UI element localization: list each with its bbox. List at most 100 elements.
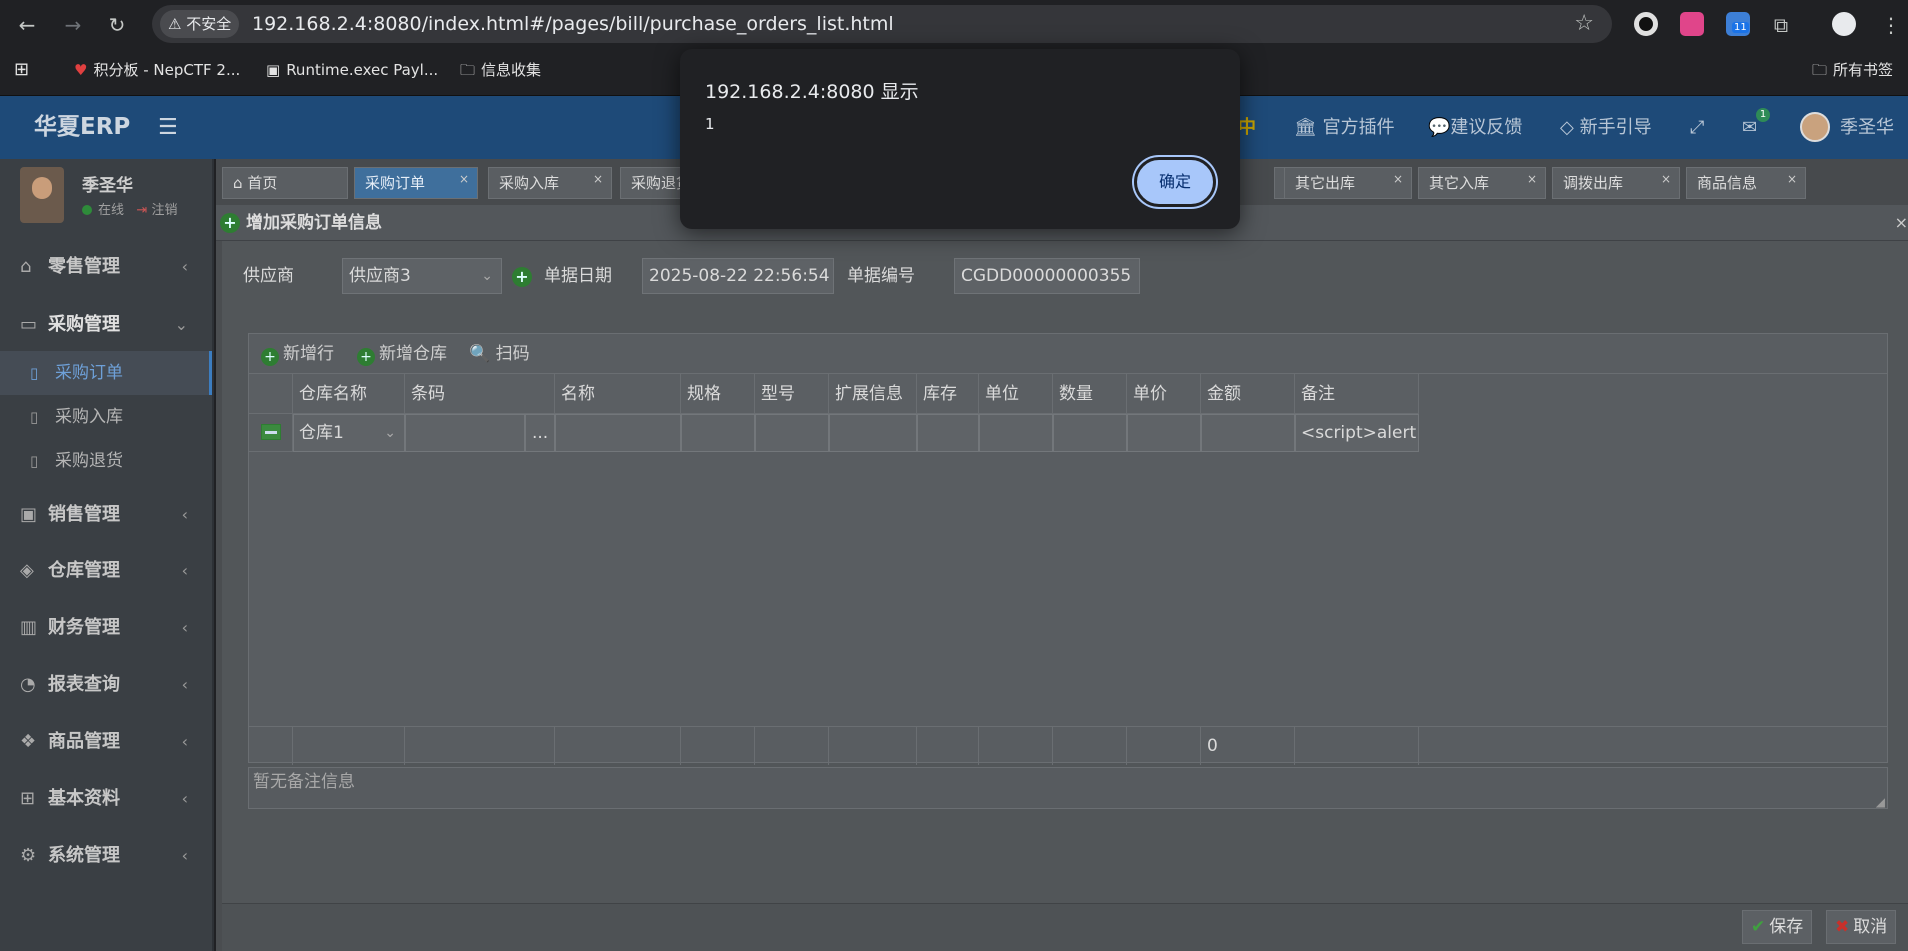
- scan-button[interactable]: 🔍 扫码: [469, 334, 530, 374]
- sidebar-item-purchase[interactable]: ▭ 采购管理 ⌄: [0, 299, 212, 351]
- ext-info-input[interactable]: [829, 414, 917, 452]
- logout-link[interactable]: 注销: [151, 203, 177, 218]
- translate-extension-icon[interactable]: [1680, 12, 1704, 36]
- col-header[interactable]: 名称: [555, 374, 681, 414]
- sidebar-item-purchase-in[interactable]: ▯ 采购入库: [0, 395, 212, 439]
- close-icon[interactable]: ×: [1895, 205, 1908, 241]
- col-header[interactable]: 条码: [405, 374, 555, 414]
- sidebar-item-finance[interactable]: ▥ 财务管理 ‹: [0, 602, 212, 654]
- amount-input[interactable]: [1201, 414, 1295, 452]
- sidebar-item-purchase-return[interactable]: ▯ 采购退货: [0, 439, 212, 483]
- heart-icon: ♥: [74, 61, 88, 79]
- header-item-partial[interactable]: 中: [1238, 96, 1256, 159]
- header-user-name[interactable]: 季圣华: [1840, 96, 1894, 159]
- col-header[interactable]: 数量: [1053, 374, 1127, 414]
- mail-icon[interactable]: ✉: [1742, 96, 1757, 159]
- tab-other-in[interactable]: 其它入库 ×: [1418, 167, 1546, 199]
- dialog-ok-button[interactable]: 确定: [1134, 157, 1216, 207]
- col-header[interactable]: 型号: [755, 374, 829, 414]
- warehouse-select[interactable]: 仓库1 ⌄: [293, 414, 405, 452]
- header-feedback[interactable]: 💬建议反馈: [1428, 96, 1522, 159]
- sidebar-item-sales[interactable]: ▣ 销售管理 ‹: [0, 489, 212, 541]
- close-icon[interactable]: ×: [1393, 164, 1403, 194]
- grid-toolbar: + 新增行 + 新增仓库 🔍 扫码: [249, 334, 1887, 374]
- cancel-button[interactable]: ✖ 取消: [1826, 910, 1897, 944]
- close-icon[interactable]: ×: [1787, 164, 1797, 194]
- stock-input[interactable]: [917, 414, 979, 452]
- add-row-button[interactable]: + 新增行: [261, 334, 334, 374]
- bookmark-runtime-exec[interactable]: ▣ Runtime.exec Payl...: [266, 48, 438, 92]
- header-plugins[interactable]: 🏛 官方插件: [1294, 96, 1395, 159]
- apps-grid-icon[interactable]: ⊞: [14, 48, 29, 92]
- close-icon[interactable]: ×: [1661, 164, 1671, 194]
- brand-logo[interactable]: 华夏ERP: [34, 96, 130, 159]
- all-bookmarks[interactable]: 🗀 所有书签: [1812, 48, 1893, 92]
- tab-home[interactable]: ⌂ 首页: [222, 167, 348, 199]
- goods-icon: ❖: [20, 731, 37, 752]
- quantity-input[interactable]: [1053, 414, 1127, 452]
- hamburger-icon[interactable]: ☰: [158, 96, 178, 159]
- sidebar-item-report[interactable]: ◔ 报表查询 ‹: [0, 659, 212, 711]
- resize-handle-icon[interactable]: ◢: [1876, 796, 1885, 808]
- sidebar-item-system[interactable]: ⚙ 系统管理 ‹: [0, 830, 212, 882]
- barcode-picker-button[interactable]: ...: [525, 414, 555, 452]
- url-text[interactable]: 192.168.2.4:8080/index.html#/pages/bill/…: [252, 5, 894, 43]
- col-header[interactable]: 单位: [979, 374, 1053, 414]
- forward-icon[interactable]: →: [58, 10, 88, 40]
- tab-goods-info[interactable]: 商品信息 ×: [1686, 167, 1806, 199]
- col-header[interactable]: 备注: [1295, 374, 1419, 414]
- back-icon[interactable]: ←: [12, 10, 42, 40]
- chevron-left-icon: ‹: [181, 789, 188, 808]
- fullscreen-icon[interactable]: ⤢: [1690, 96, 1704, 159]
- col-header[interactable]: 扩展信息: [829, 374, 917, 414]
- name-input[interactable]: [555, 414, 681, 452]
- barcode-input[interactable]: [405, 414, 525, 452]
- col-header[interactable]: 仓库名称: [293, 374, 405, 414]
- add-supplier-icon[interactable]: +: [512, 267, 532, 287]
- extensions-puzzle-icon[interactable]: ⧉: [1766, 10, 1796, 40]
- menu-kebab-icon[interactable]: ⋮: [1876, 10, 1906, 40]
- footer-cell: [681, 727, 755, 765]
- profile-icon[interactable]: [1832, 12, 1856, 36]
- sidebar-item-basic[interactable]: ⊞ 基本资料 ‹: [0, 773, 212, 825]
- col-header[interactable]: 库存: [917, 374, 979, 414]
- supplier-select[interactable]: 供应商3 ⌄: [342, 258, 502, 294]
- add-warehouse-button[interactable]: + 新增仓库: [357, 334, 447, 374]
- bookmark-label: Runtime.exec Payl...: [286, 61, 439, 79]
- address-bar[interactable]: ⚠ 不安全 192.168.2.4:8080/index.html#/pages…: [152, 5, 1612, 43]
- row-edit-cell[interactable]: [249, 414, 293, 452]
- avatar[interactable]: [1800, 112, 1830, 142]
- remark-input[interactable]: <script>alert: [1295, 414, 1419, 452]
- reload-icon[interactable]: ↻: [102, 10, 132, 40]
- close-icon[interactable]: ×: [1527, 164, 1537, 194]
- unit-input[interactable]: [979, 414, 1053, 452]
- calendar-extension-icon[interactable]: 11: [1726, 12, 1750, 36]
- close-icon[interactable]: ×: [459, 164, 469, 194]
- close-icon[interactable]: ×: [593, 164, 603, 194]
- header-guide[interactable]: ◇ 新手引导: [1560, 96, 1652, 159]
- sidebar-item-purchase-order[interactable]: ▯ 采购订单: [0, 351, 212, 395]
- tab-other-out[interactable]: 其它出库 ×: [1284, 167, 1412, 199]
- model-input[interactable]: [755, 414, 829, 452]
- save-button[interactable]: ✔ 保存: [1742, 910, 1813, 944]
- sidebar-item-warehouse[interactable]: ◈ 仓库管理 ‹: [0, 545, 212, 597]
- sidebar-item-retail[interactable]: ⌂ 零售管理 ‹: [0, 241, 212, 293]
- bookmark-star-icon[interactable]: ☆: [1574, 5, 1594, 43]
- spec-input[interactable]: [681, 414, 755, 452]
- tab-transfer-out[interactable]: 调拨出库 ×: [1552, 167, 1680, 199]
- date-input[interactable]: 2025-08-22 22:56:54: [642, 258, 834, 294]
- col-header[interactable]: 单价: [1127, 374, 1201, 414]
- bookmark-nepctf[interactable]: ♥ 积分板 - NepCTF 2...: [74, 48, 240, 92]
- sidebar-item-goods[interactable]: ❖ 商品管理 ‹: [0, 716, 212, 768]
- price-input[interactable]: [1127, 414, 1201, 452]
- bookmark-folder-info[interactable]: 🗀 信息收集: [460, 48, 541, 92]
- col-header[interactable]: 规格: [681, 374, 755, 414]
- remark-textarea[interactable]: 暂无备注信息 ◢: [248, 767, 1888, 809]
- tab-purchase-in[interactable]: 采购入库 ×: [488, 167, 612, 199]
- number-input[interactable]: CGDD00000000355: [954, 258, 1140, 294]
- extension-circle-icon[interactable]: [1634, 12, 1658, 36]
- tab-purchase-order[interactable]: 采购订单 ×: [354, 167, 478, 199]
- insecure-chip[interactable]: ⚠ 不安全: [160, 10, 240, 38]
- col-header[interactable]: 金额: [1201, 374, 1295, 414]
- chevron-left-icon: ‹: [181, 618, 188, 637]
